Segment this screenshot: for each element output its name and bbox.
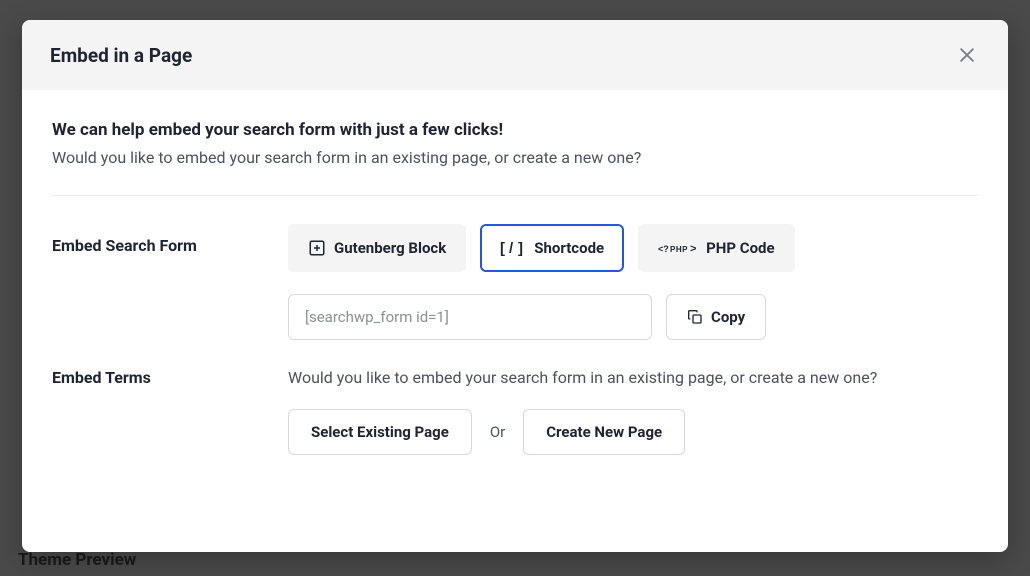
embed-search-form-row: Embed Search Form Gutenberg Block	[52, 224, 978, 340]
shortcode-input[interactable]	[288, 294, 652, 340]
embed-terms-content: Would you like to embed your search form…	[288, 368, 978, 455]
svg-text:[: [	[500, 240, 505, 257]
tab-shortcode[interactable]: [ / ] Shortcode	[480, 224, 624, 272]
close-button[interactable]	[954, 42, 980, 68]
embed-terms-label: Embed Terms	[52, 368, 288, 387]
svg-text:]: ]	[518, 240, 523, 257]
modal-title: Embed in a Page	[50, 44, 192, 67]
intro-subheading: Would you like to embed your search form…	[52, 148, 978, 167]
create-new-page-button[interactable]: Create New Page	[523, 409, 685, 455]
svg-text:>: >	[690, 243, 696, 255]
backdrop-page-title: Theme Preview	[18, 550, 136, 570]
shortcode-input-row: Copy	[288, 294, 978, 340]
copy-button[interactable]: Copy	[666, 294, 766, 340]
close-icon	[957, 45, 977, 65]
embed-search-form-content: Gutenberg Block [ / ] Shortcode	[288, 224, 978, 340]
svg-text:<?: <?	[658, 244, 669, 254]
intro-heading: We can help embed your search form with …	[52, 120, 978, 140]
embed-terms-actions: Select Existing Page Or Create New Page	[288, 409, 978, 455]
tab-label: Gutenberg Block	[334, 239, 446, 257]
plus-square-icon	[308, 239, 326, 257]
copy-icon	[687, 309, 703, 325]
shortcode-icon: [ / ]	[500, 239, 526, 257]
tab-gutenberg[interactable]: Gutenberg Block	[288, 224, 466, 272]
embed-modal: Embed in a Page We can help embed your s…	[22, 20, 1008, 552]
embed-method-tabs: Gutenberg Block [ / ] Shortcode	[288, 224, 978, 272]
svg-text:PHP: PHP	[670, 245, 688, 254]
tab-php[interactable]: <? PHP > PHP Code	[638, 224, 794, 272]
or-text: Or	[490, 423, 505, 441]
copy-button-label: Copy	[711, 308, 745, 326]
embed-search-form-label: Embed Search Form	[52, 224, 288, 255]
tab-label: PHP Code	[706, 239, 774, 257]
modal-body: We can help embed your search form with …	[22, 90, 1008, 511]
embed-terms-row: Embed Terms Would you like to embed your…	[52, 368, 978, 455]
select-existing-page-button[interactable]: Select Existing Page	[288, 409, 472, 455]
modal-header: Embed in a Page	[22, 20, 1008, 90]
svg-text:/: /	[509, 240, 514, 257]
php-code-icon: <? PHP >	[658, 240, 698, 256]
tab-label: Shortcode	[534, 239, 604, 257]
embed-terms-text: Would you like to embed your search form…	[288, 368, 978, 387]
divider	[52, 195, 978, 196]
